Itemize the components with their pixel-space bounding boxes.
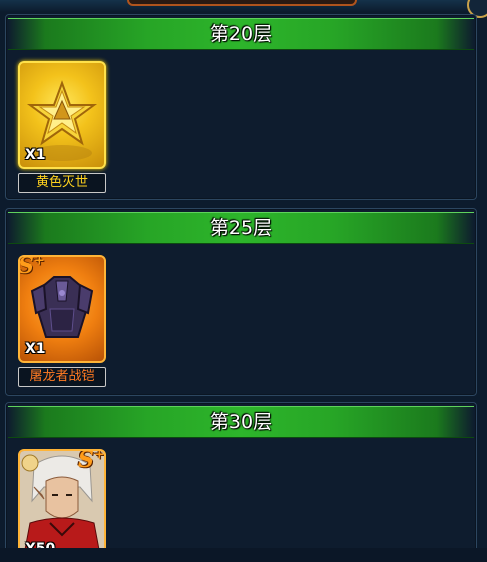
reward-item-frame[interactable]: X1 — [18, 61, 106, 169]
floor-panel-1: 第20层 X1 黄色灭世 — [5, 14, 477, 200]
reward-item-frame[interactable]: S+ X50 — [18, 449, 106, 557]
reward-name: 屠龙者战铠 — [18, 367, 106, 387]
floor-panel-2: 第25层 S+ X1 屠龙者战铠 — [5, 208, 477, 396]
reward-item[interactable]: S+ X1 屠龙者战铠 — [18, 255, 106, 387]
bottom-edge — [0, 548, 487, 562]
rank-badge: S+ — [18, 255, 45, 279]
floor-header: 第30层 — [8, 406, 474, 438]
reward-count: X1 — [25, 147, 46, 163]
floor-header: 第25层 — [8, 212, 474, 244]
floor-title: 第20层 — [209, 23, 273, 45]
reward-item[interactable]: X1 黄色灭世 — [18, 61, 106, 193]
reward-count: X1 — [25, 341, 46, 357]
floor-title: 第25层 — [209, 217, 273, 239]
reward-item-frame[interactable]: S+ X1 — [18, 255, 106, 363]
floor-header: 第20层 — [8, 18, 474, 50]
floor-title: 第30层 — [209, 411, 273, 433]
floor-rewards-list: 第20层 X1 黄色灭世 第25层 S+ X1 屠龙者战铠 第30层 S+ — [0, 0, 487, 562]
reward-item[interactable]: S+ X50 — [18, 449, 106, 557]
rank-badge: S+ — [78, 449, 105, 473]
reward-name: 黄色灭世 — [18, 173, 106, 193]
top-tab — [127, 0, 357, 6]
floor-panel-3: 第30层 S+ X50 — [5, 402, 477, 562]
